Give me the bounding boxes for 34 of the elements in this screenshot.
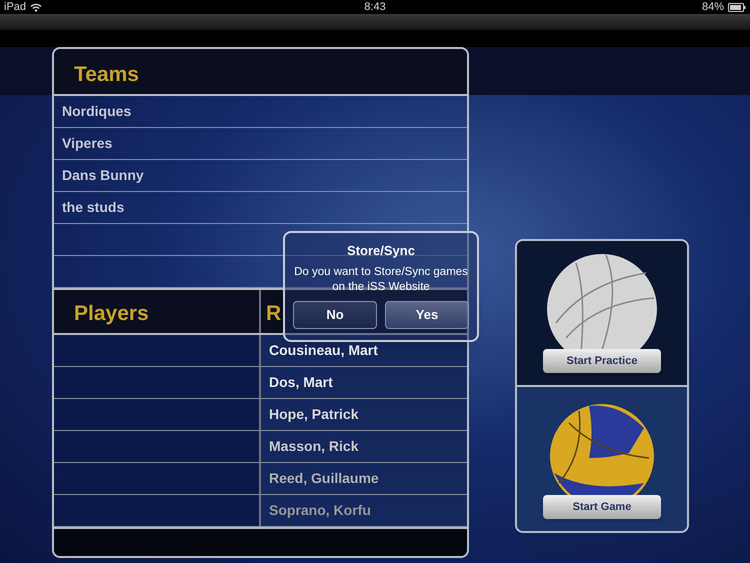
player-name: Hope, Patrick bbox=[269, 405, 358, 424]
team-row[interactable]: Viperes bbox=[54, 128, 467, 160]
roster-row[interactable]: Cousineau, Mart bbox=[261, 335, 467, 366]
battery-icon bbox=[728, 2, 746, 12]
roster-row[interactable]: Hope, Patrick bbox=[261, 399, 467, 430]
player-name: Cousineau, Mart bbox=[269, 341, 378, 360]
team-name: the studs bbox=[62, 198, 124, 217]
player-name: Soprano, Korfu bbox=[269, 501, 371, 520]
player-name: Reed, Guillaume bbox=[269, 469, 379, 488]
alert-button[interactable]: Yes bbox=[385, 300, 469, 328]
wifi-icon bbox=[30, 2, 42, 12]
roster-row[interactable]: Reed, Guillaume bbox=[261, 463, 467, 494]
roster-heading: R bbox=[266, 300, 282, 326]
roster-row[interactable]: Dos, Mart bbox=[261, 367, 467, 398]
team-row[interactable]: Nordiques bbox=[54, 96, 467, 128]
alert-message: Do you want to Store/Sync games on the iSS Website bbox=[293, 264, 469, 294]
alert-title: Store/Sync bbox=[347, 242, 415, 260]
game-button[interactable]: Start Game bbox=[543, 495, 661, 519]
battery-percent: 84% bbox=[702, 0, 724, 15]
team-name: Viperes bbox=[62, 134, 112, 153]
team-name: Dans Bunny bbox=[62, 166, 144, 185]
player-name: Dos, Mart bbox=[269, 373, 333, 392]
roster-row[interactable]: Masson, Rick bbox=[261, 431, 467, 462]
practice-button[interactable]: Start Practice bbox=[543, 349, 661, 373]
players-heading: Players bbox=[74, 300, 149, 326]
clock-time: 8:43 bbox=[364, 0, 386, 15]
player-name: Masson, Rick bbox=[269, 437, 358, 456]
team-row[interactable]: the studs bbox=[54, 192, 467, 224]
teams-heading: Teams bbox=[74, 62, 139, 88]
device-name: iPad bbox=[4, 0, 26, 15]
alert-button[interactable]: No bbox=[293, 300, 377, 328]
roster-row[interactable]: Soprano, Korfu bbox=[261, 495, 467, 526]
team-row[interactable]: Dans Bunny bbox=[54, 160, 467, 192]
team-name: Nordiques bbox=[62, 102, 132, 121]
